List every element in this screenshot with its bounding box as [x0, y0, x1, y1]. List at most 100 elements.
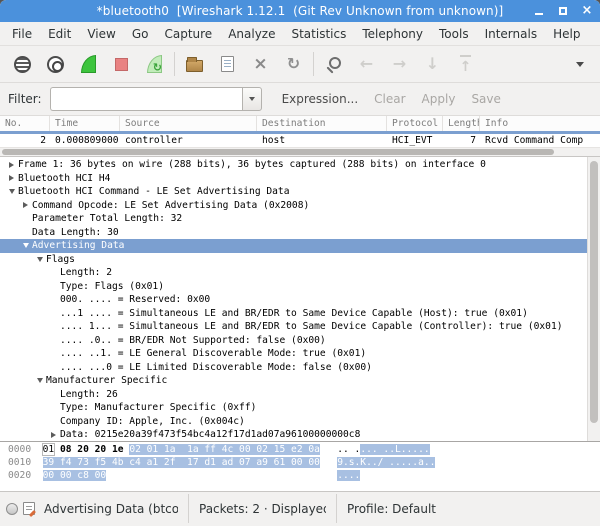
detail-row-label: 000. .... = Reserved: 0x00: [60, 294, 210, 305]
expert-info-icon[interactable]: [6, 503, 18, 515]
vscrollbar-thumb[interactable]: [590, 161, 598, 423]
packet-list-column-header[interactable]: Time: [50, 116, 120, 131]
detail-row[interactable]: Type: Manufacturer Specific (0xff): [0, 401, 587, 415]
packet-list-column-header[interactable]: Source: [120, 116, 257, 131]
detail-row[interactable]: Length: 2: [0, 266, 587, 280]
hex-row[interactable]: 002000 00 c8 00....: [8, 470, 600, 483]
reload-button[interactable]: ↻: [277, 50, 310, 78]
menu-item-go[interactable]: Go: [124, 24, 157, 44]
menu-item-tools[interactable]: Tools: [431, 24, 477, 44]
ascii-segment: .. .: [337, 444, 360, 455]
detail-row[interactable]: Company ID: Apple, Inc. (0x004c): [0, 415, 587, 429]
detail-row[interactable]: Command Opcode: LE Set Advertising Data …: [0, 199, 587, 213]
detail-row[interactable]: Data Length: 30: [0, 226, 587, 240]
status-profile-section[interactable]: Profile: Default: [337, 492, 446, 525]
detail-row[interactable]: Parameter Total Length: 32: [0, 212, 587, 226]
menu-item-telephony[interactable]: Telephony: [354, 24, 431, 44]
filter-input[interactable]: [50, 87, 242, 111]
detail-row-label: Command Opcode: LE Set Advertising Data …: [32, 200, 309, 211]
capture-options-button[interactable]: [39, 50, 72, 78]
expander-closed-icon[interactable]: [47, 432, 60, 438]
find-button[interactable]: [317, 50, 350, 78]
detail-row[interactable]: .... ...0 = LE Limited Discoverable Mode…: [0, 361, 587, 375]
expander-open-icon[interactable]: [33, 378, 46, 383]
hex-row[interactable]: 001039 f4 73 f5 4b c4 a1 2f 17 d1 ad 07 …: [8, 457, 600, 470]
detail-row[interactable]: Data: 0215e20a39f473f54bc4a12f17d1ad07a9…: [0, 428, 587, 442]
hscrollbar-thumb[interactable]: [2, 149, 554, 155]
packet-list-pane: No.TimeSourceDestinationProtocolLengthIn…: [0, 116, 600, 157]
detail-row[interactable]: Type: Flags (0x01): [0, 280, 587, 294]
interfaces-button[interactable]: [6, 50, 39, 78]
detail-row[interactable]: .... 1... = Simultaneous LE and BR/EDR t…: [0, 320, 587, 334]
menu-item-view[interactable]: View: [79, 24, 123, 44]
go-forward-icon: →: [393, 56, 406, 72]
menu-item-analyze[interactable]: Analyze: [220, 24, 283, 44]
packet-cell: controller: [120, 134, 257, 147]
expander-closed-icon[interactable]: [5, 175, 18, 181]
save-file-button[interactable]: [211, 50, 244, 78]
detail-row[interactable]: .... ..1. = LE General Discoverable Mode…: [0, 347, 587, 361]
detail-row[interactable]: Bluetooth HCI H4: [0, 172, 587, 186]
hex-bytes-pane[interactable]: 0000 01 08 20 20 1e 02 01 1a 1a ff 4c 00 …: [0, 442, 600, 492]
start-capture-button[interactable]: [72, 50, 105, 78]
expander-closed-icon[interactable]: [5, 162, 18, 168]
expander-closed-icon[interactable]: [19, 202, 32, 208]
detail-row[interactable]: Bluetooth HCI Command - LE Set Advertisi…: [0, 185, 587, 199]
detail-row-label: Company ID: Apple, Inc. (0x004c): [60, 416, 245, 427]
hex-offset: 0010: [8, 457, 31, 468]
stop-capture-icon: [115, 58, 128, 71]
window-title: *bluetooth0 [Wireshark 1.12.1 (Git Rev U…: [0, 4, 600, 18]
detail-row-label: Type: Flags (0x01): [60, 281, 164, 292]
toolbar-separator: [174, 52, 175, 76]
restart-capture-button[interactable]: [138, 50, 171, 78]
packet-list-column-header[interactable]: Protocol: [387, 116, 443, 131]
detail-row[interactable]: 000. .... = Reserved: 0x00: [0, 293, 587, 307]
packet-list-column-header[interactable]: No.: [0, 116, 50, 131]
go-forward-button: →: [383, 50, 416, 78]
packet-list-column-header[interactable]: Length: [443, 116, 480, 131]
capture-comment-icon[interactable]: [23, 502, 35, 515]
maximize-button[interactable]: [556, 4, 570, 18]
packet-cell: HCI_EVT: [387, 134, 443, 147]
expander-open-icon[interactable]: [33, 257, 46, 262]
close-button[interactable]: ×: [580, 4, 594, 18]
detail-row-label: Data Length: 30: [32, 227, 119, 238]
status-left-section: Advertising Data (btcommon...: [0, 492, 188, 525]
detail-vscrollbar[interactable]: [587, 157, 600, 441]
expression-button[interactable]: Expression...: [276, 88, 365, 110]
expander-open-icon[interactable]: [5, 189, 18, 194]
hex-bytes: 01 08 20 20 1e 02 01 1a 1a ff 4c 00 02 1…: [43, 444, 326, 455]
detail-row[interactable]: Frame 1: 36 bytes on wire (288 bits), 36…: [0, 158, 587, 172]
detail-row[interactable]: .... .0.. = BR/EDR Not Supported: false …: [0, 334, 587, 348]
detail-row[interactable]: Length: 26: [0, 388, 587, 402]
detail-row[interactable]: Advertising Data: [0, 239, 587, 253]
detail-row[interactable]: Manufacturer Specific: [0, 374, 587, 388]
close-file-button[interactable]: ×: [244, 50, 277, 78]
packet-list-column-header[interactable]: Info: [480, 116, 600, 131]
packet-list-column-header[interactable]: Destination: [257, 116, 387, 131]
apply-button: Apply: [416, 88, 462, 110]
minimize-button[interactable]: [532, 4, 546, 18]
hex-offset: 0000: [8, 444, 31, 455]
detail-row-label: Data: 0215e20a39f473f54bc4a12f17d1ad07a9…: [60, 429, 360, 440]
reload-icon: ↻: [287, 56, 300, 72]
filter-dropdown-button[interactable]: [242, 87, 262, 111]
menu-item-capture[interactable]: Capture: [156, 24, 220, 44]
packet-list-hscrollbar[interactable]: [0, 147, 600, 156]
capture-options-icon: [47, 56, 64, 73]
stop-capture-button[interactable]: [105, 50, 138, 78]
menu-item-internals[interactable]: Internals: [477, 24, 546, 44]
menu-item-help[interactable]: Help: [545, 24, 588, 44]
overflow-button[interactable]: [567, 50, 600, 78]
menu-item-file[interactable]: File: [4, 24, 40, 44]
menu-item-edit[interactable]: Edit: [40, 24, 79, 44]
open-file-button[interactable]: [178, 50, 211, 78]
packet-row[interactable]: 20.000809000controllerhostHCI_EVT7Rcvd C…: [0, 134, 600, 147]
titlebar[interactable]: *bluetooth0 [Wireshark 1.12.1 (Git Rev U…: [0, 0, 600, 22]
detail-row[interactable]: ...1 .... = Simultaneous LE and BR/EDR t…: [0, 307, 587, 321]
filter-bar: Filter: Expression...ClearApplySave: [0, 83, 600, 116]
menu-item-statistics[interactable]: Statistics: [283, 24, 354, 44]
hex-row[interactable]: 0000 01 08 20 20 1e 02 01 1a 1a ff 4c 00 …: [8, 444, 600, 457]
detail-row[interactable]: Flags: [0, 253, 587, 267]
expander-open-icon[interactable]: [19, 243, 32, 248]
